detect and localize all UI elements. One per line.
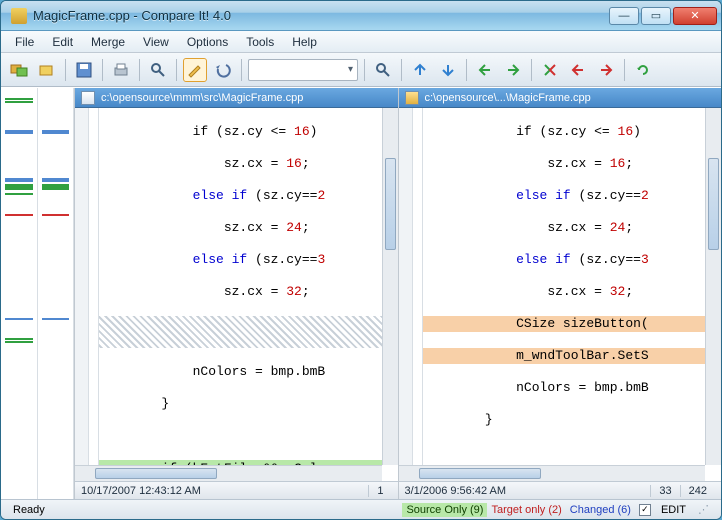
left-marker-gutter (89, 108, 99, 465)
pencil-icon (186, 61, 204, 79)
copy-right-button[interactable] (501, 58, 525, 82)
file-icon (81, 91, 95, 105)
edit-button[interactable] (183, 58, 207, 82)
replace-right-button[interactable] (594, 58, 618, 82)
magnifier-icon (374, 61, 392, 79)
overview-panel[interactable] (1, 88, 75, 499)
titlebar[interactable]: MagicFrame.cpp - Compare It! 4.0 — ▭ ✕ (1, 1, 721, 31)
menu-file[interactable]: File (7, 33, 42, 51)
right-scrollbar-horizontal[interactable] (399, 465, 706, 481)
hatch-gap (75, 316, 382, 348)
undo-button[interactable] (211, 58, 235, 82)
undo-icon (214, 61, 232, 79)
right-file-path: c:\opensource\...\MagicFrame.cpp (425, 92, 591, 104)
folder-open-icon (38, 61, 56, 79)
toolbar-separator (241, 59, 242, 81)
window-title: MagicFrame.cpp - Compare It! 4.0 (33, 8, 609, 23)
find-button[interactable] (146, 58, 170, 82)
arrow-right-red-icon (597, 61, 615, 79)
resize-grip-icon[interactable]: ⋰ (692, 503, 715, 516)
menu-merge[interactable]: Merge (83, 33, 133, 51)
left-code-area[interactable]: if (sz.cy <= 16) sz.cx = 16; else if (sz… (75, 108, 398, 481)
toolbar-separator (139, 59, 140, 81)
save-button[interactable] (72, 58, 96, 82)
arrow-up-icon (411, 61, 429, 79)
toolbar-separator (364, 59, 365, 81)
filter-dropdown[interactable] (248, 59, 358, 81)
toolbar-separator (466, 59, 467, 81)
close-button[interactable]: ✕ (673, 7, 717, 25)
left-line-number: 1 (368, 485, 391, 497)
right-line-number: 33 (650, 485, 679, 497)
folder-pair-icon (10, 61, 28, 79)
status-changed[interactable]: Changed (6) (566, 503, 635, 517)
toolbar-separator (176, 59, 177, 81)
toolbar-separator (531, 59, 532, 81)
copy-left-button[interactable] (473, 58, 497, 82)
status-ready: Ready (7, 504, 51, 516)
overview-left (1, 88, 38, 499)
magnifier-icon (149, 61, 167, 79)
menu-tools[interactable]: Tools (238, 33, 282, 51)
target-only-block: m_wndToolBar.SetS (423, 348, 706, 364)
status-source-only[interactable]: Source Only (9) (402, 503, 487, 517)
arrow-down-icon (439, 61, 457, 79)
right-pane-status: 3/1/2006 9:56:42 AM 33 242 (399, 481, 722, 499)
open-button[interactable] (35, 58, 59, 82)
left-gutter (75, 108, 89, 465)
menu-edit[interactable]: Edit (44, 33, 81, 51)
workspace: c:\opensource\mmm\src\MagicFrame.cpp if … (1, 87, 721, 499)
zoom-button[interactable] (371, 58, 395, 82)
left-scrollbar-vertical[interactable] (382, 108, 398, 465)
right-gutter (399, 108, 413, 465)
menubar: File Edit Merge View Options Tools Help (1, 31, 721, 53)
status-target-only[interactable]: Target only (2) (487, 503, 565, 517)
toolbar-separator (401, 59, 402, 81)
menu-view[interactable]: View (135, 33, 177, 51)
right-col-number: 242 (680, 485, 715, 497)
new-compare-button[interactable] (7, 58, 31, 82)
right-scrollbar-vertical[interactable] (705, 108, 721, 465)
menu-options[interactable]: Options (179, 33, 236, 51)
app-icon (11, 8, 27, 24)
printer-icon (112, 61, 130, 79)
refresh-icon (634, 61, 652, 79)
target-only-block: CSize sizeButton( (423, 316, 706, 332)
print-button[interactable] (109, 58, 133, 82)
overview-right (38, 88, 75, 499)
toolbar-separator (65, 59, 66, 81)
merge-icon (541, 61, 559, 79)
right-file-date: 3/1/2006 9:56:42 AM (405, 485, 515, 497)
prev-diff-button[interactable] (408, 58, 432, 82)
status-edit-mode: EDIT (655, 504, 692, 516)
left-pane: c:\opensource\mmm\src\MagicFrame.cpp if … (75, 88, 399, 499)
toolbar (1, 53, 721, 87)
right-marker-gutter (413, 108, 423, 465)
menu-help[interactable]: Help (284, 33, 325, 51)
arrow-left-red-icon (569, 61, 587, 79)
left-file-date: 10/17/2007 12:43:12 AM (81, 485, 209, 497)
arrow-right-green-icon (504, 61, 522, 79)
floppy-icon (75, 61, 93, 79)
minimize-button[interactable]: — (609, 7, 639, 25)
refresh-button[interactable] (631, 58, 655, 82)
right-pane-header[interactable]: c:\opensource\...\MagicFrame.cpp (399, 88, 722, 108)
toolbar-separator (624, 59, 625, 81)
left-scrollbar-horizontal[interactable] (75, 465, 382, 481)
right-code-area[interactable]: if (sz.cy <= 16) sz.cx = 16; else if (sz… (399, 108, 722, 481)
app-window: MagicFrame.cpp - Compare It! 4.0 — ▭ ✕ F… (0, 0, 722, 520)
toolbar-separator (102, 59, 103, 81)
file-icon (405, 91, 419, 105)
replace-left-button[interactable] (566, 58, 590, 82)
left-pane-status: 10/17/2007 12:43:12 AM 1 (75, 481, 398, 499)
status-checkbox[interactable]: ✓ (639, 504, 651, 516)
right-pane: c:\opensource\...\MagicFrame.cpp if (sz.… (399, 88, 722, 499)
merge-diag-button[interactable] (538, 58, 562, 82)
maximize-button[interactable]: ▭ (641, 7, 671, 25)
next-diff-button[interactable] (436, 58, 460, 82)
arrow-left-green-icon (476, 61, 494, 79)
left-pane-header[interactable]: c:\opensource\mmm\src\MagicFrame.cpp (75, 88, 398, 108)
left-file-path: c:\opensource\mmm\src\MagicFrame.cpp (101, 92, 303, 104)
statusbar: Ready Source Only (9) Target only (2) Ch… (1, 499, 721, 519)
